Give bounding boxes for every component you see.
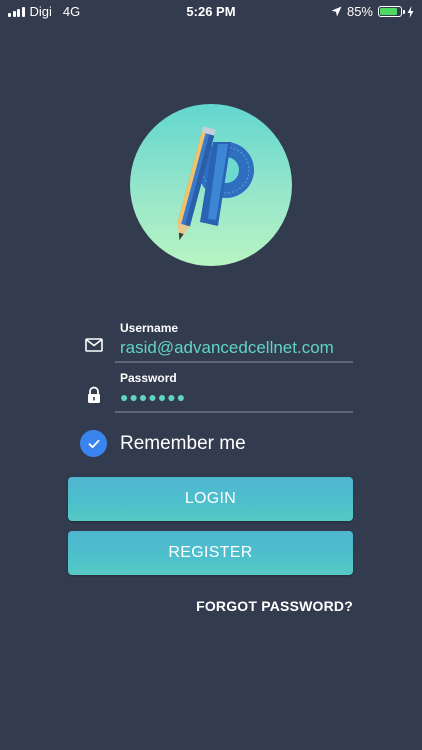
battery-percent: 85% (346, 4, 373, 19)
remember-checkbox[interactable] (80, 430, 107, 457)
lock-icon (88, 386, 100, 403)
username-label: Username (120, 321, 179, 335)
battery-fill (380, 8, 397, 15)
remember-me-toggle[interactable]: Remember me (80, 430, 246, 457)
status-bar: Digi 4G 5:26 PM 85% (0, 0, 422, 22)
register-button[interactable]: REGISTER (68, 531, 353, 575)
app-logo (130, 104, 292, 266)
envelope-icon (85, 338, 103, 352)
password-underline (115, 411, 353, 413)
password-label: Password (120, 371, 177, 385)
checkmark-icon (88, 439, 99, 448)
charging-bolt-icon (407, 5, 414, 18)
password-input[interactable]: ●●●●●●● (120, 389, 186, 405)
pencil-protractor-logo (177, 126, 254, 241)
login-button[interactable]: LOGIN (68, 477, 353, 521)
remember-label: Remember me (120, 432, 246, 454)
forgot-password-link[interactable]: FORGOT PASSWORD? (196, 598, 353, 614)
username-input[interactable]: rasid@advancedcellnet.com (120, 338, 334, 358)
location-arrow-icon (331, 6, 342, 17)
battery-icon (378, 6, 405, 17)
username-underline (115, 361, 353, 363)
status-right: 85% (331, 4, 414, 19)
